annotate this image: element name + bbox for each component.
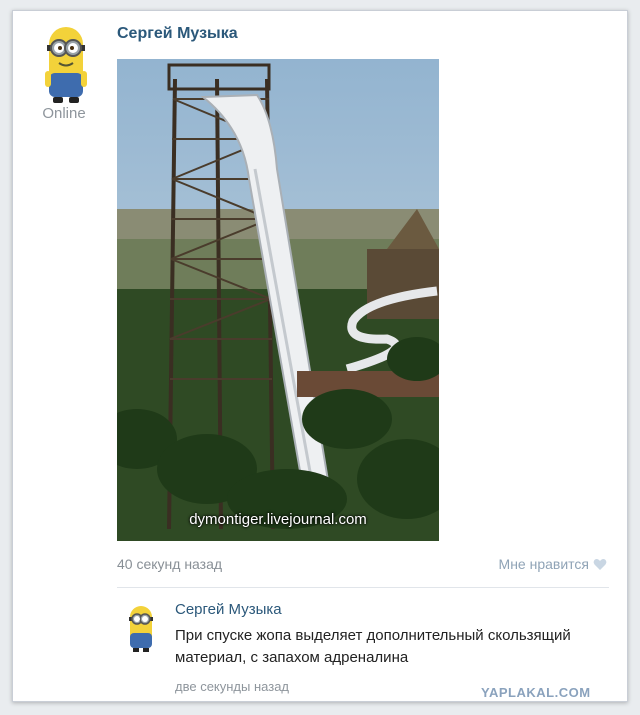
author-avatar[interactable] [33, 21, 99, 107]
site-watermark: YAPLAKAL.COM [481, 685, 591, 700]
post-timestamp[interactable]: 40 секунд назад [117, 556, 222, 572]
comments-divider [117, 587, 609, 588]
like-label: Мне нравится [498, 556, 589, 572]
like-button[interactable]: Мне нравится [499, 556, 607, 572]
post-photo[interactable]: dymontiger.livejournal.com [117, 59, 439, 541]
comment-text: При спуске жопа выделяет дополнительный … [175, 627, 571, 666]
heart-icon [593, 558, 607, 570]
comment-timestamp[interactable]: две секунды назад [175, 679, 289, 694]
comment-avatar[interactable] [121, 603, 161, 653]
photo-watermark: dymontiger.livejournal.com [189, 511, 367, 528]
post-author-name[interactable]: Сергей Музыка [117, 25, 238, 43]
comment-author-name[interactable]: Сергей Музыка [175, 601, 282, 618]
online-status: Online [42, 105, 86, 122]
post-card: Online Сергей Музыка dymontiger.livejour… [12, 10, 628, 702]
